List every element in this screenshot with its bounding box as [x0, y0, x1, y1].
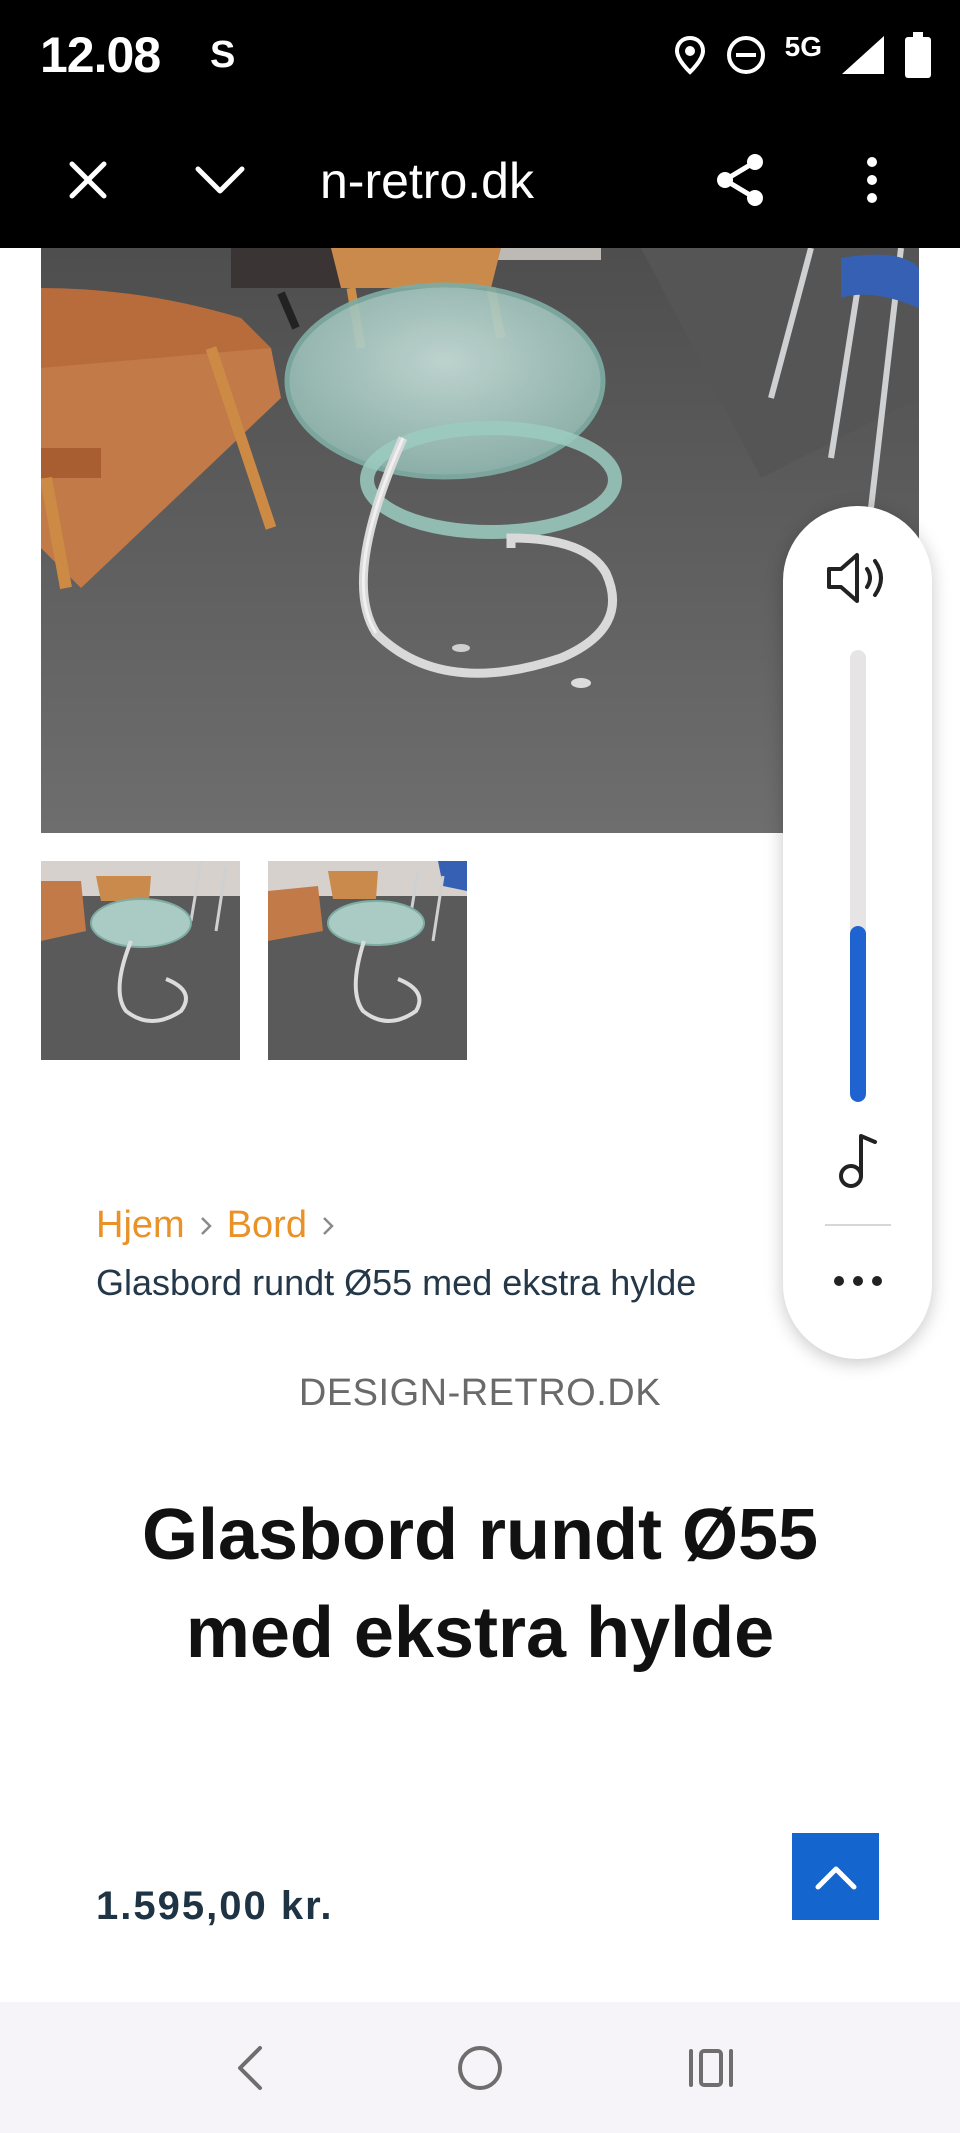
status-bar: 12.08 S 5G — [0, 0, 960, 112]
chevron-down-icon — [195, 166, 245, 194]
signal-icon — [840, 34, 886, 81]
volume-divider — [825, 1224, 891, 1226]
close-tab-button[interactable] — [54, 146, 122, 214]
status-time: 12.08 — [40, 27, 161, 83]
close-icon — [69, 161, 107, 199]
location-icon — [673, 35, 707, 80]
browser-toolbar: n-retro.dk — [0, 112, 960, 248]
do-not-disturb-icon — [725, 34, 767, 81]
back-icon — [238, 2046, 262, 2090]
network-type: 5G — [784, 31, 822, 62]
more-options-button[interactable] — [838, 146, 906, 214]
breadcrumb-link-bord[interactable]: Bord — [227, 1204, 307, 1247]
recents-icon — [689, 2049, 733, 2087]
share-button[interactable] — [706, 146, 774, 214]
volume-slider-fill — [850, 925, 866, 1102]
breadcrumb-current: Glasbord rundt Ø55 med ekstra hylde — [96, 1262, 697, 1303]
scroll-to-top-button[interactable] — [792, 1833, 879, 1920]
chevron-up-icon — [815, 1866, 856, 1889]
status-carrier-letter: S — [210, 34, 236, 76]
url-text[interactable]: n-retro.dk — [320, 152, 534, 210]
home-button[interactable] — [445, 2036, 515, 2100]
status-icons: 5G — [673, 30, 932, 84]
battery-icon — [904, 31, 932, 84]
chevron-right-icon — [321, 1215, 335, 1237]
music-note-icon[interactable] — [837, 1132, 879, 1195]
home-icon — [458, 2046, 502, 2090]
more-vert-icon — [867, 157, 877, 203]
chevron-right-icon — [199, 1215, 213, 1237]
product-price: 1.595,00 kr. — [96, 1884, 334, 1928]
product-title: Glasbord rundt Ø55 med ekstra hylde — [141, 1495, 819, 1673]
breadcrumb-link-hjem[interactable]: Hjem — [96, 1204, 185, 1247]
product-thumbnail-2[interactable] — [268, 861, 467, 1060]
recents-button[interactable] — [676, 2036, 746, 2100]
volume-panel — [783, 506, 932, 1359]
speaker-icon[interactable] — [825, 550, 891, 611]
minimize-button[interactable] — [186, 146, 254, 214]
product-brand: DESIGN-RETRO.DK — [298, 1372, 662, 1414]
more-horiz-icon[interactable] — [833, 1274, 883, 1292]
share-icon — [717, 154, 763, 206]
volume-slider[interactable] — [850, 650, 866, 1102]
product-thumbnail-1[interactable] — [41, 861, 240, 1060]
back-button[interactable] — [214, 2036, 284, 2100]
breadcrumb: Hjem Bord — [96, 1204, 349, 1247]
navigation-bar — [0, 2002, 960, 2133]
